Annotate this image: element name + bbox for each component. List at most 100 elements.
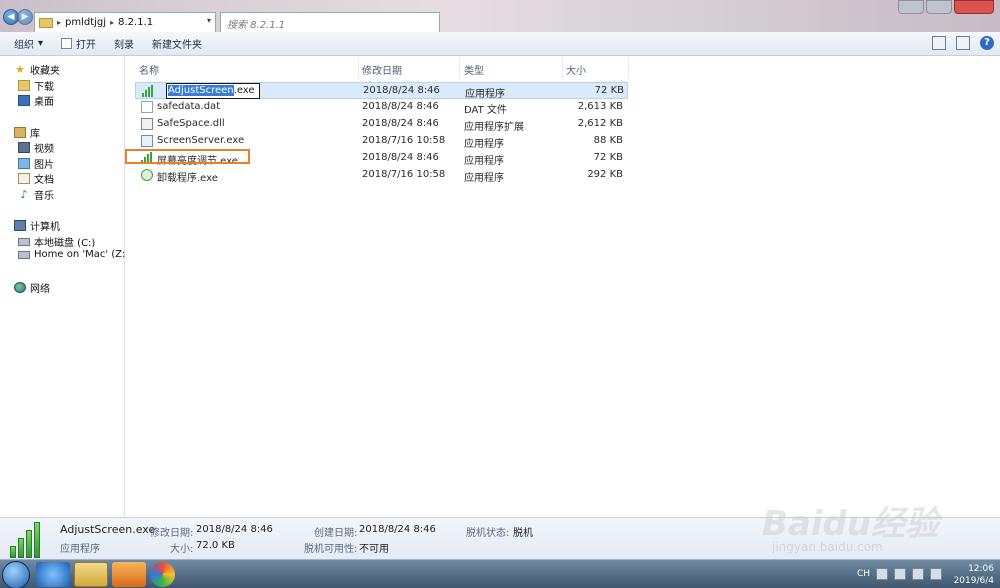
- burn-label: 刻录: [114, 40, 135, 51]
- new-folder-button[interactable]: 新建文件夹: [152, 36, 202, 51]
- minimize-button[interactable]: [898, 0, 924, 14]
- sidebar-item-network[interactable]: 网络: [14, 280, 50, 295]
- sidebar-item-mac-home[interactable]: Home on 'Mac' (Z:): [18, 249, 129, 260]
- sidebar-item-videos[interactable]: 视频: [18, 140, 54, 155]
- ie-icon[interactable]: [36, 562, 70, 587]
- view-options-icon[interactable]: [932, 36, 946, 50]
- sidebar-item-favorites[interactable]: ★ 收藏夹: [14, 62, 60, 77]
- explorer-icon[interactable]: [74, 562, 108, 587]
- sidebar-item-libraries[interactable]: 库: [14, 125, 40, 140]
- sidebar-item-label: Home on 'Mac' (Z:): [34, 249, 130, 260]
- table-row[interactable]: SafeSpace.dll 2018/8/24 8:46 应用程序扩展 2,61…: [135, 116, 628, 133]
- file-date: 2018/8/24 8:46: [362, 101, 439, 112]
- organize-label: 组织: [14, 40, 34, 51]
- table-row[interactable]: AdjustScreen.exe 2018/8/24 8:46 应用程序 72 …: [135, 82, 628, 100]
- file-name: 卸载程序.exe: [157, 173, 218, 184]
- uninstall-icon: [141, 169, 153, 181]
- browser-icon[interactable]: [150, 562, 175, 587]
- sidebar-item-label: 计算机: [30, 222, 60, 233]
- organize-button[interactable]: 组织 ▾: [14, 36, 43, 51]
- chevron-right-icon: ▸: [57, 18, 62, 27]
- computer-icon: [14, 220, 26, 231]
- sidebar-item-label: 本地磁盘 (C:): [34, 238, 96, 249]
- sidebar-item-label: 图片: [34, 160, 54, 171]
- blank-file-icon: [141, 101, 153, 113]
- network-tray-icon[interactable]: [912, 568, 924, 580]
- details-size-label: 大小:: [170, 544, 194, 555]
- file-type: 应用程序: [465, 89, 505, 100]
- volume-tray-icon[interactable]: [930, 568, 942, 580]
- file-name: ScreenServer.exe: [157, 135, 245, 146]
- sidebar-item-label: 下载: [34, 82, 54, 93]
- flag-tray-icon[interactable]: [894, 568, 906, 580]
- clock[interactable]: 12:06 2019/6/4: [954, 563, 994, 587]
- system-tray: CH: [857, 568, 942, 580]
- network-icon: [14, 282, 26, 293]
- file-date: 2018/8/24 8:46: [362, 152, 439, 163]
- search-input[interactable]: 搜索 8.2.1.1: [220, 12, 440, 32]
- column-divider[interactable]: [562, 58, 563, 78]
- address-bar[interactable]: ▸ pmldtjgj ▸ 8.2.1.1 ▾: [34, 12, 216, 32]
- chevron-down-icon: ▾: [38, 38, 44, 49]
- help-tray-icon[interactable]: [876, 568, 888, 580]
- column-header-size[interactable]: 大小: [566, 62, 586, 77]
- details-offline-status-label: 脱机状态:: [466, 528, 510, 539]
- column-divider[interactable]: [459, 58, 460, 78]
- file-list: 名称 修改日期 类型 大小 AdjustScreen.exe 2018/8/24…: [125, 56, 1000, 517]
- help-icon[interactable]: ?: [980, 36, 994, 50]
- picture-icon: [18, 158, 30, 169]
- details-filename: AdjustScreen.exe: [60, 523, 156, 536]
- rename-input[interactable]: AdjustScreen.exe: [166, 83, 260, 99]
- file-size: 292 KB: [587, 169, 623, 180]
- file-name: SafeSpace.dll: [157, 118, 225, 129]
- clock-date: 2019/6/4: [953, 576, 994, 586]
- app-icon: [141, 135, 153, 147]
- open-label: 打开: [76, 40, 97, 51]
- new-folder-label: 新建文件夹: [152, 40, 203, 51]
- close-button[interactable]: [954, 0, 994, 14]
- sidebar-item-documents[interactable]: 文档: [18, 171, 54, 186]
- file-date: 2018/7/16 10:58: [362, 135, 446, 146]
- forward-button[interactable]: ▶: [17, 9, 33, 25]
- sidebar-item-label: 收藏夹: [30, 66, 60, 77]
- sidebar-item-music[interactable]: ♪ 音乐: [18, 187, 54, 202]
- start-button[interactable]: [2, 561, 30, 588]
- table-row[interactable]: safedata.dat 2018/8/24 8:46 DAT 文件 2,613…: [135, 99, 628, 116]
- file-type: 应用程序: [464, 156, 504, 167]
- music-icon: ♪: [20, 188, 28, 201]
- breadcrumb-pmldtjgj[interactable]: pmldtjgj: [65, 17, 106, 28]
- column-divider[interactable]: [628, 58, 629, 78]
- file-type: 应用程序扩展: [464, 122, 524, 133]
- table-row[interactable]: ScreenServer.exe 2018/7/16 10:58 应用程序 88…: [135, 133, 628, 150]
- breadcrumb-8-2-1-1[interactable]: 8.2.1.1: [118, 17, 153, 28]
- network-drive-icon: [18, 250, 30, 259]
- sidebar-item-computer[interactable]: 计算机: [14, 218, 60, 233]
- file-date: 2018/8/24 8:46: [362, 118, 439, 129]
- open-button[interactable]: 打开: [61, 36, 96, 51]
- column-header-modified[interactable]: 修改日期: [362, 62, 402, 77]
- burn-button[interactable]: 刻录: [114, 36, 134, 51]
- details-created-value: 2018/8/24 8:46: [359, 524, 436, 535]
- rename-selection: AdjustScreen: [168, 85, 234, 96]
- sidebar-item-local-disk[interactable]: 本地磁盘 (C:): [18, 234, 95, 249]
- folder-icon: [39, 17, 53, 28]
- sidebar-item-pictures[interactable]: 图片: [18, 156, 54, 171]
- chevron-down-icon[interactable]: ▾: [207, 16, 211, 25]
- media-player-icon[interactable]: [112, 562, 146, 587]
- column-divider[interactable]: [358, 58, 359, 78]
- open-icon: [61, 38, 73, 49]
- sidebar-item-downloads[interactable]: 下载: [18, 78, 54, 93]
- details-modified-value: 2018/8/24 8:46: [196, 524, 273, 535]
- file-size: 2,613 KB: [577, 101, 623, 112]
- input-language[interactable]: CH: [857, 569, 870, 579]
- table-row[interactable]: 卸载程序.exe 2018/7/16 10:58 应用程序 292 KB: [135, 167, 628, 184]
- window-controls: [898, 0, 994, 14]
- column-header-type[interactable]: 类型: [464, 62, 484, 77]
- details-offline-status-value: 脱机: [513, 528, 533, 539]
- maximize-button[interactable]: [926, 0, 952, 14]
- sidebar-item-desktop[interactable]: 桌面: [18, 93, 54, 108]
- column-header-name[interactable]: 名称: [139, 62, 159, 77]
- preview-pane-icon[interactable]: [956, 36, 970, 50]
- star-icon: ★: [15, 63, 25, 76]
- file-type: 应用程序: [464, 139, 504, 150]
